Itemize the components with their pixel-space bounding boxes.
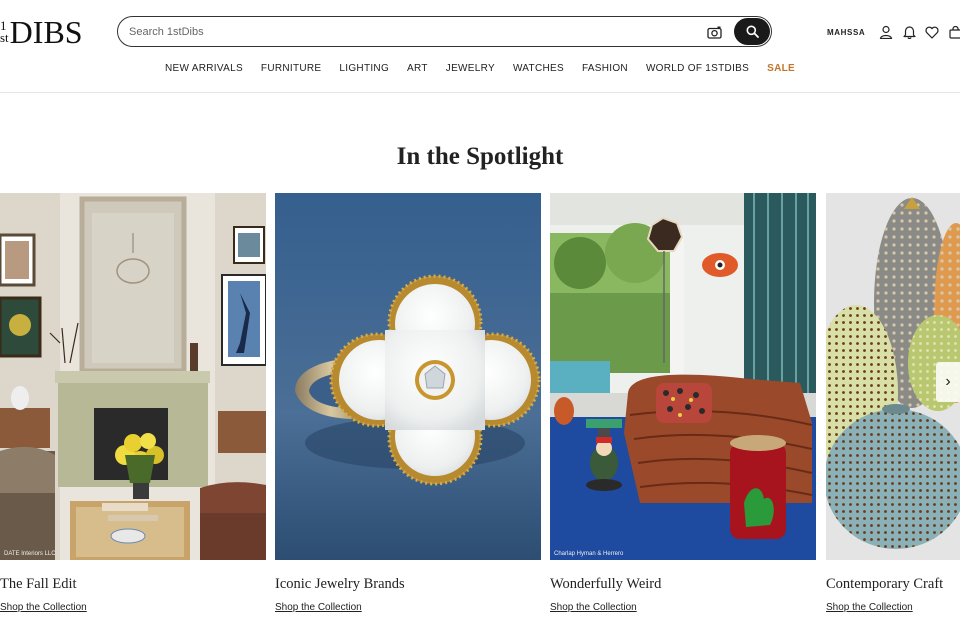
card-image-ring[interactable]: [275, 193, 541, 560]
user-icon[interactable]: [878, 24, 894, 40]
bell-icon[interactable]: [901, 24, 917, 40]
search-input[interactable]: [129, 25, 689, 38]
card-caption: Contemporary Craft: [826, 576, 944, 592]
camera-icon[interactable]: [705, 23, 723, 41]
nav-item-lighting[interactable]: LIGHTING: [330, 63, 398, 74]
search-button[interactable]: [734, 18, 770, 45]
heart-icon[interactable]: [924, 24, 940, 40]
card-caption: Wonderfully Weird: [550, 576, 662, 592]
main-nav: NEW ARRIVALS FURNITURE LIGHTING ART JEWE…: [0, 63, 960, 74]
nav-item-fashion[interactable]: FASHION: [573, 63, 637, 74]
account-name[interactable]: MAHSSA: [827, 28, 865, 37]
spotlight-card-fall-edit: DATE Interiors LLC The Fall Edit Shop th…: [0, 193, 266, 615]
section-title: In the Spotlight: [396, 143, 564, 170]
nav-item-furniture[interactable]: FURNITURE: [252, 63, 330, 74]
nav-item-world-of-1stdibs[interactable]: WORLD OF 1STDIBS: [637, 63, 758, 74]
logo[interactable]: 1 st DIBS: [0, 12, 83, 52]
card-caption: Iconic Jewelry Brands: [275, 576, 405, 592]
search-icon: [746, 25, 759, 38]
nav-item-watches[interactable]: WATCHES: [504, 63, 573, 74]
site-header: 1 st DIBS MAHSSA NEW ARRIVALS FURNITURE …: [0, 0, 960, 93]
image-credit: Charlap Hyman & Herrero: [554, 551, 624, 557]
card-caption: The Fall Edit: [0, 576, 77, 592]
card-image-interior[interactable]: Charlap Hyman & Herrero: [550, 193, 816, 560]
chevron-right-icon[interactable]: ›: [936, 362, 960, 402]
spotlight-card-iconic-jewelry: Iconic Jewelry Brands Shop the Collectio…: [275, 193, 541, 615]
nav-item-art[interactable]: ART: [398, 63, 437, 74]
image-credit: DATE Interiors LLC: [4, 551, 56, 557]
shop-collection-link[interactable]: Shop the Collection: [0, 602, 87, 613]
spotlight-card-contemporary-craft: Contemporary Craft Shop the Collection: [826, 193, 960, 615]
shop-collection-link[interactable]: Shop the Collection: [826, 602, 913, 613]
spotlight-card-wonderfully-weird: Charlap Hyman & Herrero Wonderfully Weir…: [550, 193, 816, 615]
account-area: MAHSSA: [827, 24, 960, 40]
nav-item-sale[interactable]: SALE: [758, 63, 804, 74]
shop-collection-link[interactable]: Shop the Collection: [550, 602, 637, 613]
bag-icon[interactable]: [947, 24, 960, 40]
nav-item-new-arrivals[interactable]: NEW ARRIVALS: [156, 63, 252, 74]
card-image-living-room[interactable]: DATE Interiors LLC: [0, 193, 266, 560]
shop-collection-link[interactable]: Shop the Collection: [275, 602, 362, 613]
nav-item-jewelry[interactable]: JEWELRY: [437, 63, 504, 74]
search-bar: [117, 16, 772, 47]
